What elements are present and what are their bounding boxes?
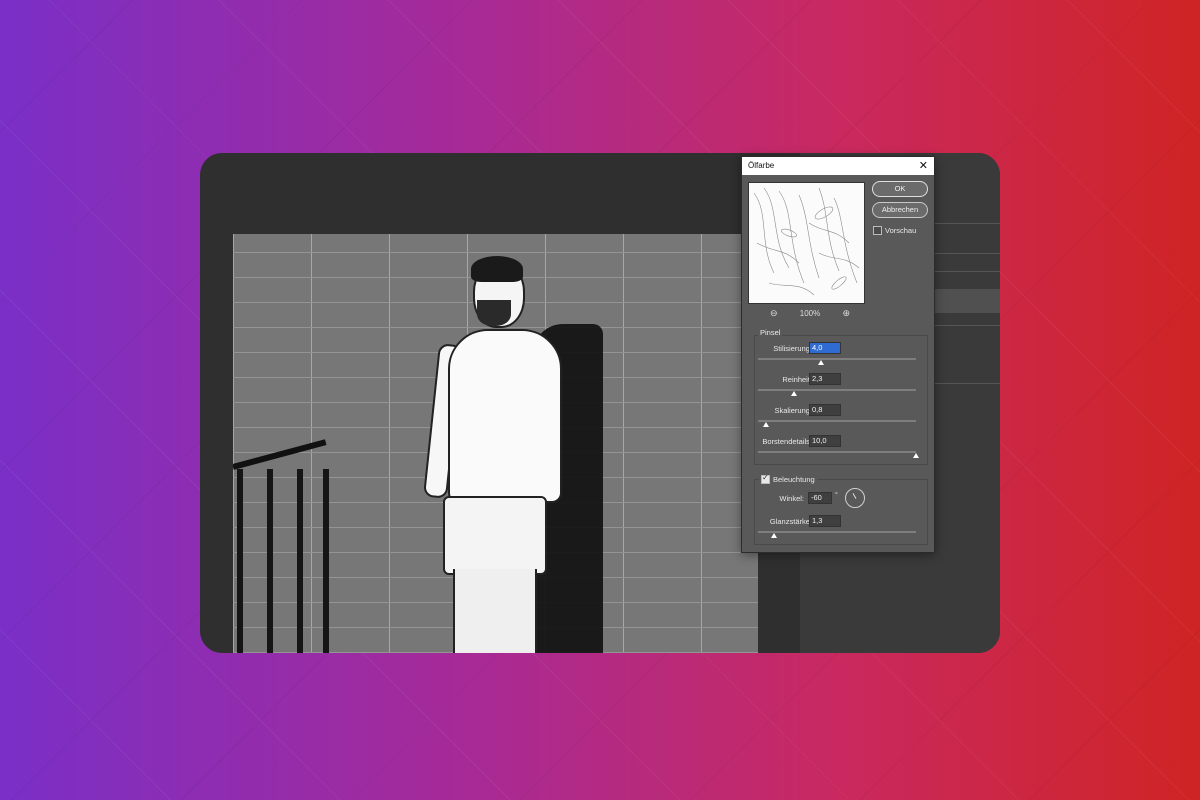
brush-group-title: Pinsel (758, 328, 783, 337)
angle-label: Winkel: (779, 494, 804, 503)
ok-button[interactable]: OK (872, 181, 928, 197)
figure-torso (448, 329, 562, 503)
figure-shorts (443, 496, 547, 575)
preview-checkbox[interactable] (873, 226, 882, 235)
scaling-slider-knob[interactable] (762, 422, 769, 427)
gloss-input[interactable]: 1,3 (809, 515, 841, 527)
bristle-detail-label: Borstendetails: (762, 437, 812, 446)
figure-beard (477, 300, 511, 326)
stair-railing (233, 439, 333, 653)
preview-toggle[interactable]: Vorschau (873, 226, 916, 235)
stylization-input[interactable]: 4,0 (809, 342, 841, 354)
purity-slider-knob[interactable] (791, 391, 798, 396)
scaling-slider[interactable] (758, 420, 916, 422)
preview-texture (753, 187, 860, 296)
bristle-detail-slider[interactable] (758, 451, 916, 453)
stylization-slider-knob[interactable] (818, 360, 825, 365)
gloss-label: Glanzstärke: (769, 517, 812, 526)
purity-slider[interactable] (758, 389, 916, 391)
zoom-level: 100% (799, 308, 821, 318)
degree-symbol: ° (835, 492, 838, 499)
zoom-controls: ⊖ 100% ⊕ (770, 307, 850, 319)
gloss-slider-knob[interactable] (770, 533, 777, 538)
angle-dial[interactable] (845, 488, 865, 508)
dialog-titlebar: Ölfarbe ✕ (742, 157, 934, 175)
cancel-button[interactable]: Abbrechen (872, 202, 928, 218)
angle-input[interactable]: -60 (808, 492, 832, 504)
lighting-toggle[interactable]: Beleuchtung (759, 473, 817, 484)
scaling-input[interactable]: 0,8 (809, 404, 841, 416)
zoom-out-icon[interactable]: ⊖ (770, 308, 778, 319)
filter-preview[interactable] (748, 182, 865, 304)
close-icon[interactable]: ✕ (919, 157, 928, 175)
dialog-title: Ölfarbe (748, 161, 775, 170)
purity-label: Reinheit: (782, 375, 812, 384)
stylization-label: Stilisierung: (773, 344, 812, 353)
zoom-in-icon[interactable]: ⊕ (842, 308, 850, 319)
bristle-detail-input[interactable]: 10,0 (809, 435, 841, 447)
preview-label: Vorschau (885, 226, 917, 235)
oil-paint-dialog: Ölfarbe ✕ ⊖ 100% ⊕ OK Abbrechen Vorschau… (741, 156, 935, 553)
lighting-label: Beleuchtung (773, 475, 815, 484)
lighting-checkbox[interactable] (761, 473, 770, 484)
lighting-group (754, 479, 928, 545)
figure-legs (453, 569, 537, 653)
bristle-detail-slider-knob[interactable] (913, 453, 919, 458)
stylization-slider[interactable] (758, 358, 916, 360)
image-canvas (233, 234, 758, 653)
purity-input[interactable]: 2,3 (809, 373, 841, 385)
gloss-slider[interactable] (758, 531, 916, 533)
scaling-label: Skalierung: (774, 406, 812, 415)
figure-hair (471, 256, 523, 282)
